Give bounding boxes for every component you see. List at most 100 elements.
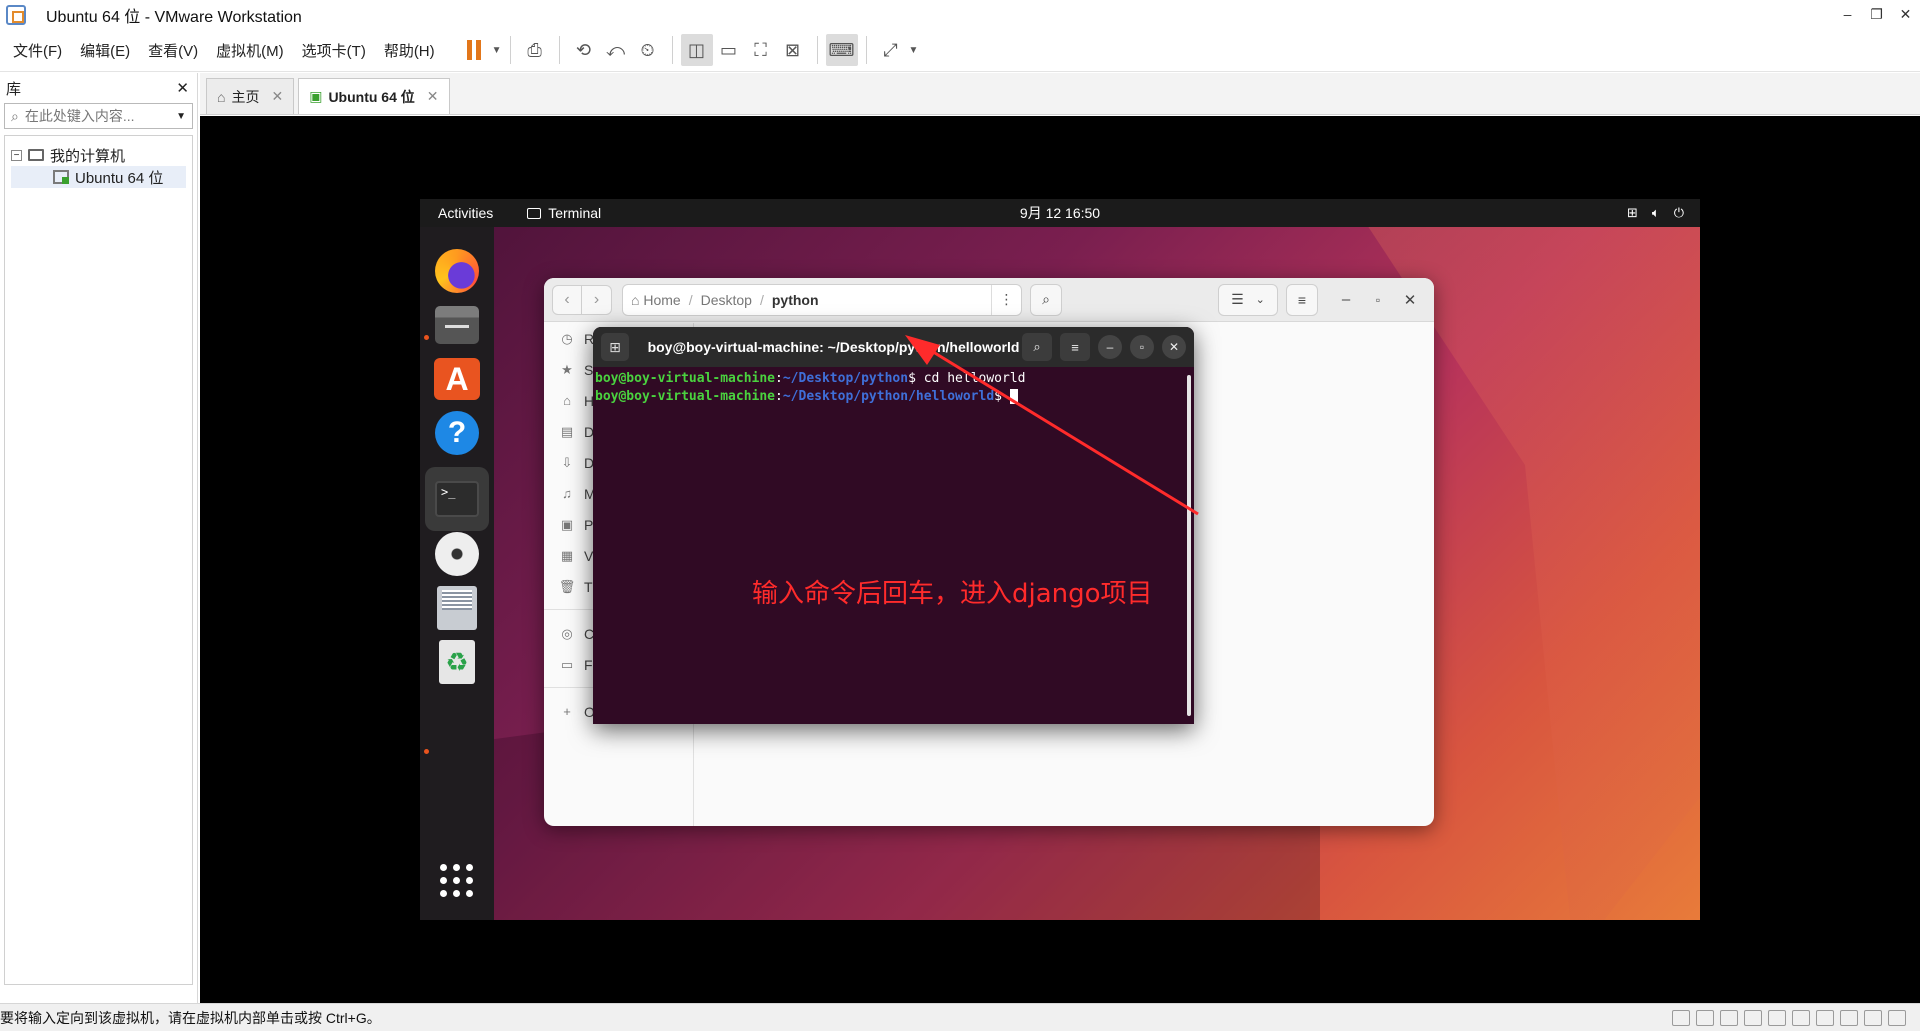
show-library-icon[interactable]: ◫ [680,34,713,66]
dock-cdrom[interactable] [433,530,481,578]
music-icon: ♫ [562,486,572,501]
thumbnail-bar-icon[interactable]: ▭ [713,34,745,66]
clock[interactable]: 9月 12 16:50 [420,203,1700,223]
system-tray[interactable]: ⊞ 🔈︎ ⏻ [1627,205,1684,221]
minimize-button[interactable]: – [1833,0,1862,29]
menu-help[interactable]: 帮助(H) [375,40,444,61]
library-close-button[interactable]: ✕ [176,79,189,97]
terminal-close-icon[interactable]: ✕ [1162,335,1186,359]
send-ctrl-alt-del-icon[interactable]: ⎙ [519,34,551,66]
terminal-maximize-icon[interactable]: ▫ [1130,335,1154,359]
forward-button[interactable]: › [582,284,612,315]
hard-disk-icon[interactable] [1672,1009,1690,1026]
library-search-input[interactable]: ⌕ 在此处键入内容... ▼ [4,103,193,129]
menu-edit[interactable]: 编辑(E) [71,40,139,61]
console-view-icon[interactable]: ⌨ [825,34,858,66]
show-apps-icon[interactable] [440,864,474,898]
display-icon[interactable] [1864,1009,1882,1026]
terminal-line: boy@boy-virtual-machine:~/Desktop/python… [595,371,1026,386]
search-button[interactable]: ⌕ [1030,283,1062,316]
close-window-button[interactable]: ✕ [1891,0,1920,29]
library-tree: − 我的计算机 Ubuntu 64 位 [4,135,193,985]
files-minimize-icon[interactable]: – [1330,291,1362,308]
menu-file[interactable]: 文件(F) [4,40,71,61]
printer-icon[interactable] [1816,1009,1834,1026]
sound-card-icon[interactable] [1840,1009,1858,1026]
hamburger-icon: ≡ [1071,339,1079,355]
terminal-output[interactable]: boy@boy-virtual-machine:~/Desktop/python… [593,367,1194,409]
search-dropdown-icon[interactable]: ▼ [176,111,186,122]
trash-icon: 🗑︎ [558,578,576,594]
tree-item-my-computer[interactable]: − 我的计算机 [11,144,186,166]
usb-icon[interactable] [1792,1009,1810,1026]
cd-drive-icon[interactable] [1696,1009,1714,1026]
menu-tabs[interactable]: 选项卡(T) [293,40,375,61]
dock-files[interactable] [433,301,481,349]
files-close-icon[interactable]: ✕ [1394,291,1426,309]
toolbar: ▼ ⎙ ⟲ ⤺ ⏲ ◫ ▭ ⛶ ⊠ ⌨ ⤢ ▼ [458,34,919,66]
pictures-icon: ▣ [560,516,574,532]
library-title: 库 [6,80,22,98]
tree-vm-label: Ubuntu 64 位 [75,169,164,187]
dock: A ? >_ ♻ [420,227,494,920]
recent-icon: ◷ [561,330,573,346]
stretch-icon[interactable]: ⤢ [875,34,907,66]
terminal-headerbar: ⊞ boy@boy-virtual-machine: ~/Desktop/pyt… [593,327,1194,367]
tree-root-label: 我的计算机 [50,147,126,165]
tab-home-close-icon[interactable]: ✕ [271,88,283,105]
path-python[interactable]: python [764,292,827,308]
files-maximize-icon[interactable]: ▫ [1362,293,1394,307]
app-menu-label: Terminal [548,205,602,221]
tab-home[interactable]: ⌂ 主页 ✕ [206,78,295,114]
menu-view[interactable]: 查看(V) [139,40,207,61]
dock-help[interactable]: ? [433,409,481,457]
ubuntu-desktop[interactable]: Activities Terminal 9月 12 16:50 ⊞ 🔈︎ ⏻ A… [420,199,1700,920]
dock-floppy[interactable] [433,584,481,632]
view-toggle-button[interactable]: ☰ ⌄ [1218,283,1278,316]
tab-ubuntu[interactable]: ▣ Ubuntu 64 位 ✕ [298,78,450,114]
menu-vm[interactable]: 虚拟机(M) [207,40,293,61]
snapshot-icon[interactable]: ⟲ [568,34,600,66]
terminal-menu-button[interactable]: ≡ [1060,333,1090,361]
terminal-line: boy@boy-virtual-machine:~/Desktop/python… [595,388,1192,406]
tab-ubuntu-close-icon[interactable]: ✕ [427,88,439,105]
path-desktop[interactable]: Desktop [693,292,760,308]
message-icon[interactable] [1888,1009,1906,1026]
dock-terminal[interactable]: >_ [425,467,489,531]
restore-button[interactable]: ❐ [1862,0,1891,29]
power-dropdown-icon[interactable]: ▼ [492,45,502,56]
collapse-icon[interactable]: − [11,149,22,161]
terminal-window[interactable]: ⊞ boy@boy-virtual-machine: ~/Desktop/pyt… [593,327,1194,724]
library-search-placeholder: 在此处键入内容... [24,108,135,124]
main-menu-button[interactable]: ≡ [1286,283,1318,316]
videos-icon: ▦ [560,547,574,563]
revert-snapshot-icon[interactable]: ⤺ [600,34,632,66]
dock-firefox[interactable] [433,247,481,295]
app-menu[interactable]: Terminal [527,205,601,221]
snapshot-manager-icon[interactable]: ⏲ [632,34,664,66]
network-adapter-icon[interactable] [1768,1009,1786,1026]
floppy-drive-icon[interactable] [1744,1009,1762,1026]
floppy-icon [437,586,477,630]
pause-button[interactable] [458,34,490,66]
back-button[interactable]: ‹ [552,284,582,315]
cd-drive-2-icon[interactable] [1720,1009,1738,1026]
status-bar: 要将输入定向到该虚拟机，请在虚拟机内部单击或按 Ctrl+G。 [0,1003,1920,1031]
floppy-icon: ▭ [560,656,574,672]
fullscreen-icon[interactable]: ⛶ [745,34,777,66]
computer-icon [28,149,44,161]
terminal-icon: >_ [425,467,489,531]
unity-icon[interactable]: ⊠ [777,34,809,66]
help-icon: ? [435,411,479,455]
pause-icon [466,40,481,60]
dock-software[interactable]: A [433,355,481,403]
path-bar: ⌂ Home / Desktop / python ⋮ [622,283,1022,316]
path-menu-icon[interactable]: ⋮ [991,284,1021,315]
path-home[interactable]: ⌂ Home [623,292,689,308]
terminal-minimize-icon[interactable]: – [1098,335,1122,359]
terminal-scrollbar[interactable] [1187,375,1191,716]
activities-button[interactable]: Activities [438,205,493,221]
tree-item-ubuntu[interactable]: Ubuntu 64 位 [11,166,186,188]
dock-trash[interactable]: ♻ [433,638,481,686]
stretch-dropdown-icon[interactable]: ▼ [909,45,919,56]
